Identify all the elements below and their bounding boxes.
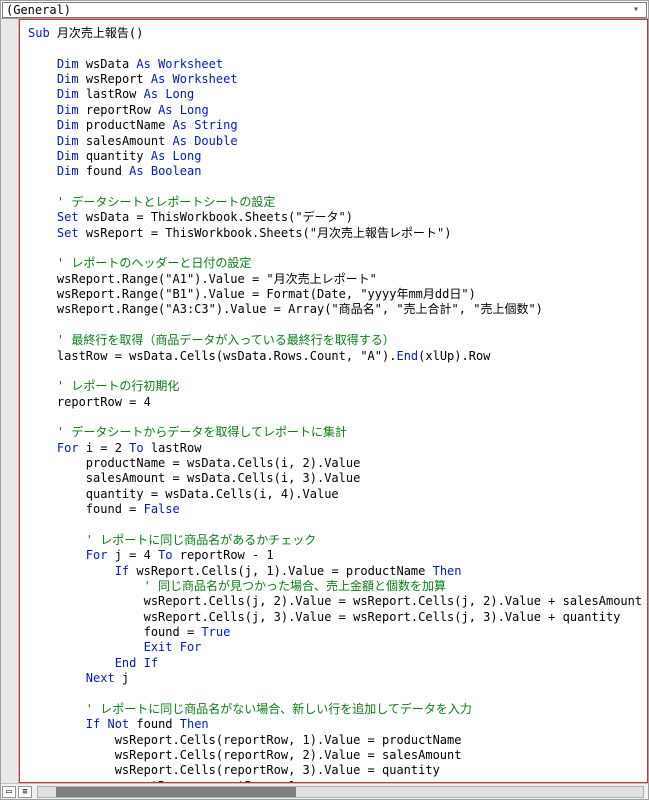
- code-editor[interactable]: Sub 月次売上報告() Dim wsData As Worksheet Dim…: [19, 19, 648, 783]
- full-module-view-icon[interactable]: ▭: [2, 786, 16, 798]
- chevron-down-icon: ▾: [629, 3, 643, 17]
- horizontal-scrollbar[interactable]: [37, 786, 644, 798]
- object-procedure-bar: (General) ▾: [1, 1, 648, 19]
- scrollbar-thumb[interactable]: [56, 787, 296, 797]
- code-pane-wrap: Sub 月次売上報告() Dim wsData As Worksheet Dim…: [1, 19, 648, 783]
- bottom-bar: ▭ ≡: [1, 783, 648, 799]
- procedure-view-icon[interactable]: ≡: [18, 786, 32, 798]
- margin-indicator-bar: [1, 19, 19, 783]
- vba-editor-window: (General) ▾ Sub 月次売上報告() Dim wsData As W…: [0, 0, 649, 800]
- object-dropdown-value: (General): [6, 3, 71, 17]
- object-dropdown[interactable]: (General) ▾: [2, 2, 647, 18]
